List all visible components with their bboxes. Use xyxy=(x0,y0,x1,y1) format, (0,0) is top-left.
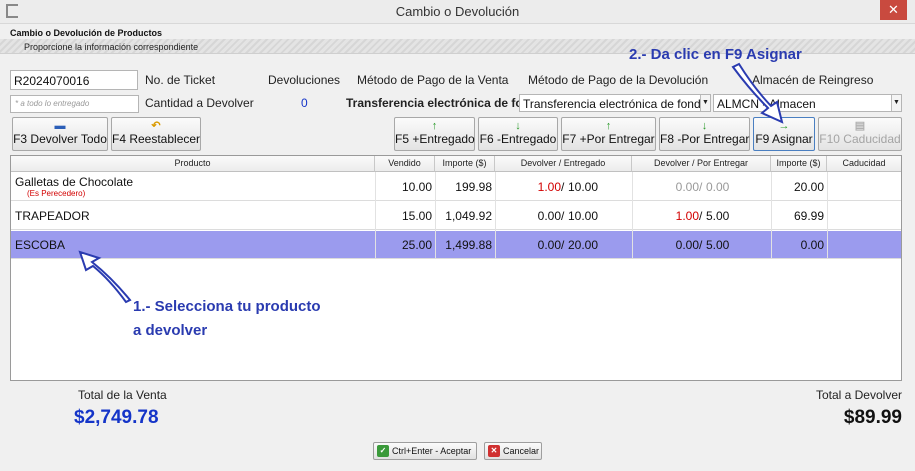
total-venta-label: Total de la Venta xyxy=(78,388,167,402)
total-devolver-value: $89.99 xyxy=(843,407,902,428)
annotation-arrow-step1 xyxy=(78,250,132,304)
cancel-icon: ✕ xyxy=(488,445,500,457)
aceptar-button[interactable]: ✓ Ctrl+Enter - Aceptar xyxy=(373,442,477,460)
total-venta-value: $2,749.78 xyxy=(74,407,159,428)
cancelar-button[interactable]: ✕ Cancelar xyxy=(484,442,542,460)
annotation-step1-line1: 1.- Selecciona tu producto xyxy=(133,298,321,315)
annotation-step1-line2: a devolver xyxy=(133,322,208,339)
aceptar-label: Ctrl+Enter - Aceptar xyxy=(392,446,472,456)
cancelar-label: Cancelar xyxy=(503,446,540,456)
check-icon: ✓ xyxy=(377,445,389,457)
total-devolver-label: Total a Devolver xyxy=(815,388,902,402)
annotation-arrow-step2 xyxy=(731,62,784,124)
